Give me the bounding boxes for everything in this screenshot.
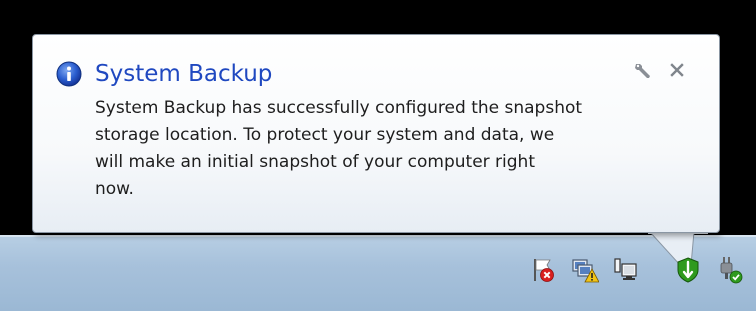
balloon-message-line: System Backup has successfully configure… bbox=[95, 98, 583, 118]
taskbar bbox=[0, 235, 756, 311]
balloon-message-line: now. bbox=[95, 179, 134, 199]
wrench-icon[interactable] bbox=[633, 59, 655, 81]
balloon-message-line: storage location. To protect your system… bbox=[95, 125, 555, 145]
network-display-icon[interactable] bbox=[610, 255, 640, 285]
power-plug-check-icon[interactable] bbox=[714, 255, 744, 285]
action-center-flag-error-icon[interactable] bbox=[528, 255, 558, 285]
balloon-message: System Backup has successfully configure… bbox=[95, 95, 705, 203]
balloon-title: System Backup bbox=[95, 61, 273, 87]
system-backup-shield-icon[interactable] bbox=[673, 255, 703, 285]
balloon-message-line: will make an initial snapshot of your co… bbox=[95, 152, 535, 172]
screen: System Backup System Backup has successf… bbox=[0, 0, 756, 311]
taskbar-top-highlight bbox=[0, 235, 756, 237]
notification-balloon[interactable]: System Backup System Backup has successf… bbox=[32, 34, 720, 233]
info-icon bbox=[56, 61, 82, 87]
network-warning-icon[interactable] bbox=[569, 255, 599, 285]
close-icon[interactable] bbox=[667, 60, 687, 80]
